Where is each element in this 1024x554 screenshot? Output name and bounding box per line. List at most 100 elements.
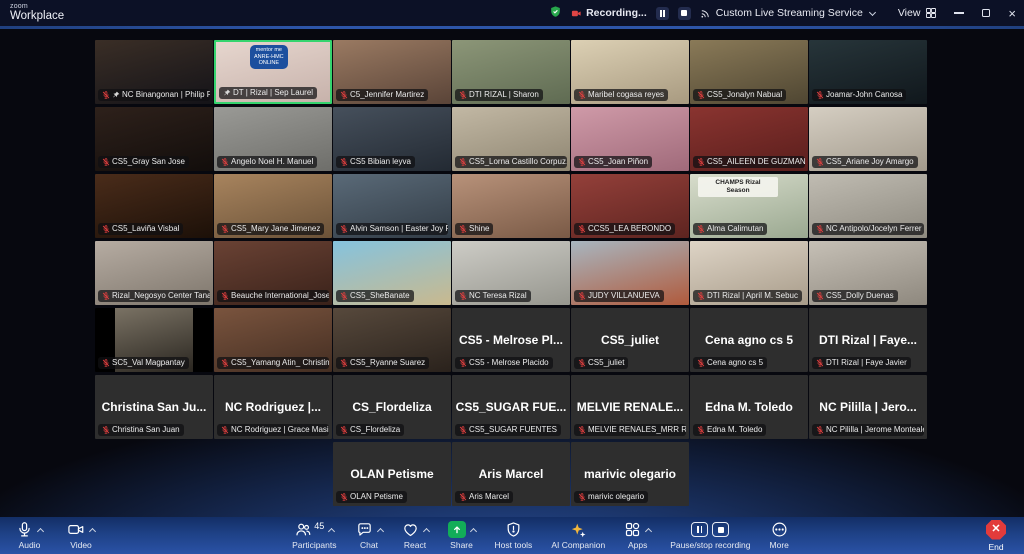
participant-tile[interactable]: CS5_Ryanne Suarez bbox=[333, 308, 451, 372]
participant-tile[interactable]: OLAN Petisme OLAN Petisme bbox=[333, 442, 451, 506]
participant-tile[interactable]: Shine bbox=[452, 174, 570, 238]
participant-name-text: CS5 - Melrose Placido bbox=[469, 357, 549, 367]
sparkle-icon bbox=[572, 523, 586, 537]
chevron-up-icon[interactable] bbox=[422, 527, 430, 535]
chevron-up-icon[interactable] bbox=[376, 527, 384, 535]
chevron-up-icon[interactable] bbox=[645, 527, 653, 535]
participant-tile[interactable]: CS_Flordeliza CS_Flordeliza bbox=[333, 375, 451, 439]
end-button[interactable]: ✕ End bbox=[986, 519, 1006, 552]
toolbar-participants-button[interactable]: 45 Participants bbox=[292, 521, 336, 551]
toolbar-share-button[interactable]: Share bbox=[447, 521, 477, 550]
participant-tile[interactable]: Aris Marcel Aris Marcel bbox=[452, 442, 570, 506]
participant-tile[interactable]: NC Rodriguez |... NC Rodriguez | Grace Ma… bbox=[214, 375, 332, 439]
close-button[interactable]: × bbox=[1008, 7, 1016, 20]
participant-tile[interactable]: CCS5_LEA BERONDO bbox=[571, 174, 689, 238]
toolbar-host-tools-button[interactable]: Host tools bbox=[495, 521, 532, 550]
participant-tile[interactable]: CS5_SheBanate bbox=[333, 241, 451, 305]
toolbar-item-label: Video bbox=[70, 540, 92, 550]
participant-name-text: OLAN Petisme bbox=[350, 491, 403, 501]
toolbar-audio-button[interactable]: Audio bbox=[16, 521, 45, 550]
participant-tile[interactable]: NC Pililla | Jero... NC Pililla | Jerome … bbox=[809, 375, 927, 439]
toolbar-item-label: React bbox=[403, 540, 427, 550]
chevron-up-icon[interactable] bbox=[36, 527, 45, 535]
participant-tile[interactable]: NC Binangonan | Philip Fortu... bbox=[95, 40, 213, 104]
participant-tile[interactable]: CS5_Jonalyn Nabual bbox=[690, 40, 808, 104]
participant-tile[interactable]: Beauche International_Joseph Re... bbox=[214, 241, 332, 305]
mic-muted-icon bbox=[816, 158, 824, 166]
toolbar-item-label: Apps bbox=[628, 540, 648, 550]
participant-name-label: CS5_Ryanne Suarez bbox=[336, 356, 430, 369]
chevron-up-icon[interactable] bbox=[469, 527, 477, 535]
toolbar-ai-companion-button[interactable]: AI Companion bbox=[551, 521, 605, 550]
participant-tile[interactable]: mentor me ANRE-HMC ONLINE DT | Rizal | Se… bbox=[214, 40, 332, 104]
pause-recording-button[interactable] bbox=[655, 6, 669, 20]
participant-tile[interactable]: Alvin Samson | Easter Joy Rabbit... bbox=[333, 174, 451, 238]
participant-name-text: JUDY VILLANUEVA bbox=[588, 290, 660, 300]
participant-tile[interactable]: MELVIE RENALE...MELVIE RENALES_MRR RTW B… bbox=[571, 375, 689, 439]
live-streaming-menu[interactable]: Custom Live Streaming Service bbox=[700, 7, 876, 19]
participant-name-label: NC Rodriguez | Grace Masilongan bbox=[217, 423, 329, 436]
end-call-icon: ✕ bbox=[986, 519, 1006, 540]
grid-row: CS5_Gray San Jose Angelo Noel H. Manuel CS… bbox=[95, 107, 927, 171]
participant-tile[interactable]: DTI Rizal | Faye... DTI Rizal | Faye Javi… bbox=[809, 308, 927, 372]
participant-tile[interactable]: Maribel cogasa reyes bbox=[571, 40, 689, 104]
participant-tile[interactable]: Rizal_Negosyo Center Tanay bbox=[95, 241, 213, 305]
participant-tile[interactable]: CS5_AILEEN DE GUZMAN bbox=[690, 107, 808, 171]
participant-tile[interactable]: CS5 - Melrose Pl... CS5 - Melrose Placido bbox=[452, 308, 570, 372]
participant-tile[interactable]: Edna M. Toledo Edna M. Toledo bbox=[690, 375, 808, 439]
toolbar-chat-button[interactable]: Chat bbox=[356, 521, 384, 550]
participant-name-label: Aris Marcel bbox=[455, 490, 514, 503]
participant-name-label: CS5_Joan Piñon bbox=[574, 155, 653, 168]
participant-tile[interactable]: CS5_Dolly Duenas bbox=[809, 241, 927, 305]
workplace-title: Workplace bbox=[10, 10, 65, 23]
participant-tile[interactable]: Cena agno cs 5 Cena agno cs 5 bbox=[690, 308, 808, 372]
participant-tile[interactable]: CS5_Ariane Joy Amargo bbox=[809, 107, 927, 171]
participant-tile[interactable]: NC Antipolo/Jocelyn Ferrer bbox=[809, 174, 927, 238]
mic-muted-icon bbox=[816, 225, 824, 233]
participant-tile[interactable]: marivic olegario marivic olegario bbox=[571, 442, 689, 506]
participant-name-label: CS5_Gray San Jose bbox=[98, 155, 189, 168]
participant-tile[interactable]: CS5_juliet CS5_juliet bbox=[571, 308, 689, 372]
participant-tile[interactable]: SC5_Val Magpantay bbox=[95, 308, 213, 372]
participant-tile[interactable]: JUDY VILLANUEVA bbox=[571, 241, 689, 305]
toolbar-react-button[interactable]: React bbox=[402, 521, 430, 550]
mic-muted-icon bbox=[816, 426, 824, 434]
chevron-up-icon[interactable] bbox=[328, 527, 336, 535]
participant-tile[interactable]: CS5_Mary Jane Jimenez bbox=[214, 174, 332, 238]
participant-tile[interactable]: CS5_SUGAR FUE... CS5_SUGAR FUENTES bbox=[452, 375, 570, 439]
in-video-sign: mentor me ANRE-HMC ONLINE bbox=[250, 45, 288, 69]
toolbar-recording-controls-button[interactable]: Pause/stop recording bbox=[670, 521, 751, 550]
mic-muted-icon bbox=[697, 359, 705, 367]
participant-tile[interactable]: CS5_Gray San Jose bbox=[95, 107, 213, 171]
participant-tile[interactable]: C5_Jennifer Martirez bbox=[333, 40, 451, 104]
participant-tile[interactable]: CS5_Joan Piñon bbox=[571, 107, 689, 171]
participant-tile[interactable]: CHAMPS Rizal Season Alma Calimutan bbox=[690, 174, 808, 238]
streaming-service-label: Custom Live Streaming Service bbox=[715, 7, 863, 19]
toolbar-apps-button[interactable]: Apps bbox=[624, 521, 653, 550]
grid-row: CS5_Laviña Visbal CS5_Mary Jane Jimenez Al… bbox=[95, 174, 927, 238]
participant-tile[interactable]: NC Teresa Rizal bbox=[452, 241, 570, 305]
minimize-button[interactable] bbox=[954, 12, 965, 14]
toolbar-video-button[interactable]: Video bbox=[67, 521, 97, 550]
stop-recording-button[interactable] bbox=[677, 6, 691, 20]
participant-tile[interactable]: CS5 Bibian leyva bbox=[333, 107, 451, 171]
view-button[interactable]: View bbox=[898, 7, 938, 19]
participant-tile[interactable]: Joamar-John Canosa bbox=[809, 40, 927, 104]
participant-name-label: CS5_Ariane Joy Amargo bbox=[812, 155, 918, 168]
video-grid: NC Binangonan | Philip Fortu... mentor me… bbox=[95, 29, 927, 506]
participant-tile[interactable]: Angelo Noel H. Manuel bbox=[214, 107, 332, 171]
participant-name-label: NC Teresa Rizal bbox=[455, 289, 531, 302]
share-icon bbox=[447, 521, 466, 538]
participant-tile[interactable]: CS5_Yamang Atin_ Christina San ... bbox=[214, 308, 332, 372]
toolbar-more-button[interactable]: More bbox=[770, 521, 789, 550]
toolbar-item-label: More bbox=[769, 540, 789, 550]
participant-tile[interactable]: DTI RIZAL | Sharon bbox=[452, 40, 570, 104]
participant-name-label: JUDY VILLANUEVA bbox=[574, 289, 664, 302]
participant-tile[interactable]: DTI Rizal | April M. Sebuc bbox=[690, 241, 808, 305]
participant-tile[interactable]: CS5_Laviña Visbal bbox=[95, 174, 213, 238]
participant-tile[interactable]: Christina San Ju... Christina San Juan bbox=[95, 375, 213, 439]
participant-tile[interactable]: CS5_Lorna Castillo Corpuz. bbox=[452, 107, 570, 171]
mic-muted-icon bbox=[102, 91, 110, 99]
maximize-button[interactable] bbox=[982, 9, 991, 17]
participant-name-text: Angelo Noel H. Manuel bbox=[231, 156, 314, 166]
